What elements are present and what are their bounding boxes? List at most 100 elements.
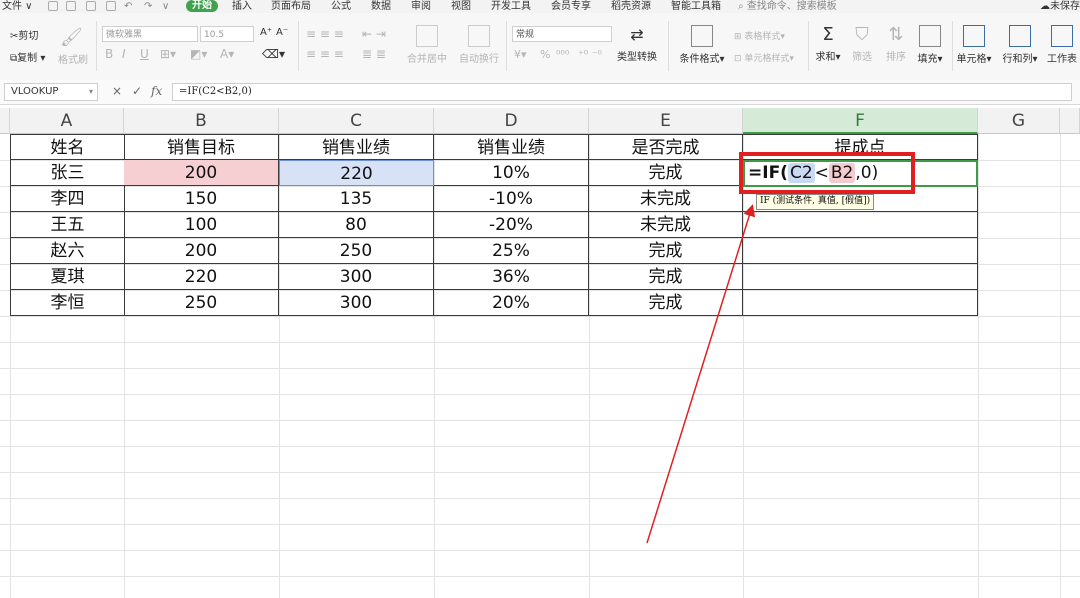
table-cell[interactable]: 完成 [589,290,743,316]
table-cell[interactable]: -10% [434,186,589,212]
worksheet-button[interactable]: 工作表 [1040,25,1080,65]
bold-icon[interactable]: B [105,47,113,61]
table-cell[interactable]: 张三 [10,160,125,186]
column-header-d[interactable]: D [434,108,589,134]
table-header-cell[interactable]: 姓名 [10,134,125,160]
table-cell[interactable]: 220 [279,160,434,186]
fill-button[interactable]: 填充▾ [908,25,952,65]
number-format-select[interactable]: 常规 [512,26,612,42]
table-cell[interactable]: 80 [279,212,434,238]
eraser-icon[interactable]: ⌫▾ [262,47,285,61]
table-cell[interactable]: 王五 [10,212,125,238]
tab-formulas[interactable]: 公式 [331,0,351,13]
table-cell[interactable]: 完成 [589,160,743,186]
fill-color-icon[interactable]: ◩▾ [190,47,207,61]
table-cell[interactable]: 25% [434,238,589,264]
table-cell[interactable]: 赵六 [10,238,125,264]
table-header-cell[interactable]: 销售目标 [124,134,279,160]
align-justify-icon[interactable]: ≣ ≣ [362,47,386,61]
print-icon[interactable] [86,1,96,11]
preview-icon[interactable] [106,1,116,11]
search-input[interactable]: 查找命令、搜索模板 [747,1,837,12]
table-cell[interactable]: 200 [124,238,279,264]
font-name-select[interactable]: 微软雅黑 [102,26,198,42]
table-cell[interactable]: 完成 [589,238,743,264]
table-cell[interactable]: 完成 [589,264,743,290]
chevron-down-icon[interactable]: ▾ [89,84,93,100]
rows-cols-button[interactable]: 行和列▾ [996,25,1044,65]
decimal-icon[interactable]: ⁺⁰ ⁻⁰ [578,48,602,61]
indent-icon[interactable]: ⇤ ⇥ [362,27,386,41]
conditional-format-button[interactable]: 条件格式▾ [676,25,728,65]
font-color-icon[interactable]: A▾ [220,47,234,61]
fx-icon[interactable]: fx [151,84,162,98]
cells-button[interactable]: 单元格▾ [950,25,998,65]
tab-page-layout[interactable]: 页面布局 [271,0,311,13]
format-painter-button[interactable]: 格式刷 [58,51,88,66]
border-icon[interactable]: ⊞▾ [160,47,176,61]
tab-insert[interactable]: 插入 [232,0,252,13]
table-cell[interactable]: 300 [279,290,434,316]
table-header-cell[interactable]: 是否完成 [589,134,743,160]
save-icon[interactable] [48,1,58,11]
formula-input[interactable]: =IF(C2<B2,0) [172,83,1072,101]
table-header-cell[interactable]: 销售业绩 [279,134,434,160]
currency-button[interactable]: ¥▾ [514,48,527,61]
column-header-c[interactable]: C [279,108,434,134]
table-cell[interactable] [743,290,978,316]
table-cell[interactable]: 未完成 [589,212,743,238]
table-cell[interactable] [743,212,978,238]
underline-icon[interactable]: U [140,47,149,61]
comma-icon[interactable]: ⁰⁰⁰ [556,48,569,61]
table-style-button[interactable]: ⊞ 表格样式▾ [734,29,785,42]
column-header-e[interactable]: E [589,108,743,134]
unsaved-status[interactable]: ☁未保存 [1040,0,1080,13]
tab-developer[interactable]: 开发工具 [491,0,531,13]
table-cell[interactable]: 李四 [10,186,125,212]
table-cell[interactable]: 李恒 [10,290,125,316]
table-cell[interactable]: 135 [279,186,434,212]
table-cell[interactable]: 36% [434,264,589,290]
table-cell[interactable]: -20% [434,212,589,238]
percent-button[interactable]: % [540,48,550,61]
table-cell[interactable]: 300 [279,264,434,290]
table-cell[interactable] [743,264,978,290]
column-header-f[interactable]: F [743,108,978,134]
table-cell[interactable]: 10% [434,160,589,186]
table-cell[interactable]: 220 [124,264,279,290]
tab-review[interactable]: 审阅 [411,0,431,13]
table-cell[interactable]: 20% [434,290,589,316]
column-header-a[interactable]: A [10,108,124,134]
name-box[interactable]: VLOOKUP ▾ [4,83,98,101]
align-top-icon[interactable]: ≡ ≡ ≡ [306,27,344,41]
undo-icon[interactable]: ↶ [124,0,132,13]
menu-file[interactable]: 文件 ∨ [2,0,33,13]
column-header-g[interactable]: G [978,108,1060,134]
table-cell[interactable]: 夏琪 [10,264,125,290]
cancel-icon[interactable]: × [112,84,122,98]
tab-home[interactable]: 开始 [186,0,218,12]
chevron-down-icon[interactable]: ∨ [162,0,169,13]
align-left-icon[interactable]: ≡ ≡ ≡ [306,47,344,61]
table-cell[interactable]: 250 [279,238,434,264]
cut-button[interactable]: ✂剪切 [10,27,38,42]
font-size-select[interactable]: 10.5 [200,26,254,42]
italic-icon[interactable]: I [122,47,126,61]
wrap-text-button[interactable]: 自动换行 [456,25,502,65]
type-convert-button[interactable]: ⇄ 类型转换 [614,25,660,63]
decrease-font-icon[interactable]: A⁻ [276,27,288,38]
column-header-h[interactable] [1060,108,1080,134]
tab-docer[interactable]: 稻壳资源 [611,0,651,13]
increase-font-icon[interactable]: A⁺ [260,27,272,38]
table-header-cell[interactable]: 销售业绩 [434,134,589,160]
cell-style-button[interactable]: ⊡ 单元格样式▾ [734,51,794,64]
merge-center-button[interactable]: 合并居中 [404,25,450,65]
table-cell[interactable]: 150 [124,186,279,212]
export-icon[interactable] [66,1,76,11]
command-search[interactable]: ⌕ 查找命令、搜索模板 [738,0,878,13]
confirm-icon[interactable]: ✓ [132,84,142,98]
table-cell[interactable]: 100 [124,212,279,238]
table-cell[interactable]: 200 [124,160,279,186]
tab-smart-toolbox[interactable]: 智能工具箱 [671,0,721,13]
column-header-b[interactable]: B [124,108,279,134]
